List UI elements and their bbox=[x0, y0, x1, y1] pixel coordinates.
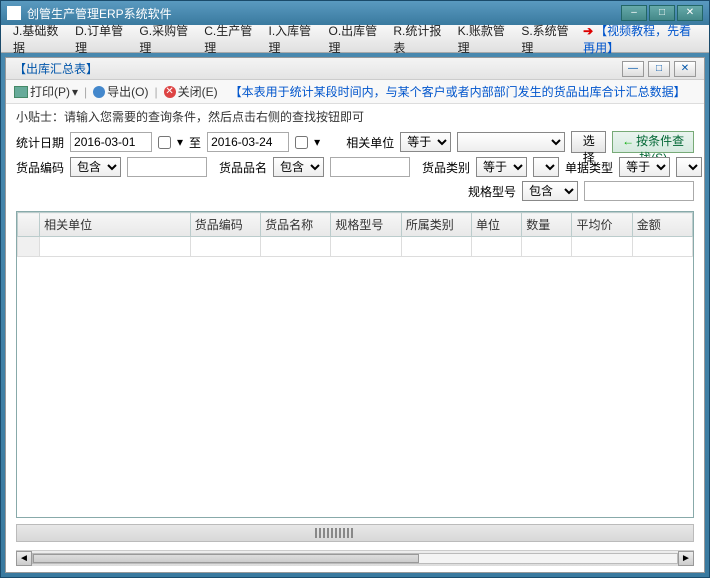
scroll-right-icon[interactable]: ► bbox=[678, 551, 694, 566]
printer-icon bbox=[14, 86, 28, 98]
col-prod-code[interactable]: 货品编码 bbox=[190, 213, 260, 237]
sub-close-button[interactable]: ✕ bbox=[674, 61, 696, 77]
spec-label: 规格型号 bbox=[468, 183, 516, 200]
arrow-right-icon: ➔ bbox=[583, 24, 593, 38]
menu-production[interactable]: C.生产管理 bbox=[196, 18, 260, 60]
spec-op-select[interactable]: 包含 bbox=[522, 181, 578, 201]
close-button[interactable]: ✕关闭(E) bbox=[164, 83, 218, 100]
date-from-checkbox[interactable] bbox=[158, 136, 171, 149]
table-row[interactable] bbox=[18, 237, 693, 257]
prod-name-label: 货品品名 bbox=[219, 159, 267, 176]
data-grid: 相关单位 货品编码 货品名称 规格型号 所属类别 单位 数量 平均价 金额 bbox=[16, 211, 694, 518]
sub-min-button[interactable]: — bbox=[622, 61, 644, 77]
export-icon bbox=[93, 86, 105, 98]
sub-titlebar: 【出库汇总表】 — □ ✕ bbox=[6, 58, 704, 80]
hint-text: 小贴士：请输入您需要的查询条件，然后点击右侧的查找按钮即可 bbox=[6, 104, 704, 129]
date-to-checkbox[interactable] bbox=[295, 136, 308, 149]
menubar: J.基础数据 D.订单管理 G.采购管理 C.生产管理 I.入库管理 O.出库管… bbox=[1, 25, 709, 53]
related-unit-select[interactable] bbox=[457, 132, 565, 152]
col-unit[interactable]: 单位 bbox=[472, 213, 522, 237]
content-area: 【出库汇总表】 — □ ✕ 打印(P) ▾ | 导出(O) | ✕关闭(E) 【… bbox=[5, 57, 705, 573]
prod-name-op-select[interactable]: 包含 bbox=[273, 157, 324, 177]
close-icon: ✕ bbox=[164, 86, 176, 98]
col-prod-name[interactable]: 货品名称 bbox=[261, 213, 331, 237]
related-unit-op-select[interactable]: 等于 bbox=[400, 132, 451, 152]
video-tutorial-link[interactable]: ➔【视频教程，先看再用】 bbox=[577, 18, 705, 60]
scroll-left-icon[interactable]: ◄ bbox=[16, 551, 32, 566]
col-amount[interactable]: 金额 bbox=[632, 213, 692, 237]
col-avg-price[interactable]: 平均价 bbox=[572, 213, 632, 237]
sub-max-button[interactable]: □ bbox=[648, 61, 670, 77]
export-button[interactable]: 导出(O) bbox=[93, 83, 148, 100]
menu-outbound[interactable]: O.出库管理 bbox=[321, 18, 386, 60]
grid-footer bbox=[16, 524, 694, 542]
prod-cat-op-select[interactable]: 等于 bbox=[476, 157, 527, 177]
menu-basic-data[interactable]: J.基础数据 bbox=[5, 18, 67, 60]
filter-panel: 统计日期 ▾ 至 ▾ 相关单位 等于 选择 ←按条件查找(S) 货品编码 包含 … bbox=[6, 129, 704, 211]
bill-type-label: 单据类型 bbox=[565, 159, 613, 176]
date-to-input[interactable] bbox=[207, 132, 289, 152]
app-window: 创管生产管理ERP系统软件 – □ ✕ J.基础数据 D.订单管理 G.采购管理… bbox=[0, 0, 710, 578]
menu-system[interactable]: S.系统管理 bbox=[513, 18, 577, 60]
scroll-thumb[interactable] bbox=[33, 554, 419, 563]
date-from-input[interactable] bbox=[70, 132, 152, 152]
table-header-row: 相关单位 货品编码 货品名称 规格型号 所属类别 单位 数量 平均价 金额 bbox=[18, 213, 693, 237]
scroll-track[interactable] bbox=[32, 553, 678, 564]
menu-order[interactable]: D.订单管理 bbox=[67, 18, 131, 60]
bill-type-select[interactable] bbox=[676, 157, 702, 177]
toolbar-description: 【本表用于统计某段时间内，与某个客户或者内部部门发生的货品出库合计汇总数据】 bbox=[230, 83, 686, 100]
prod-code-input[interactable] bbox=[127, 157, 207, 177]
menu-inbound[interactable]: I.入库管理 bbox=[261, 18, 321, 60]
col-qty[interactable]: 数量 bbox=[522, 213, 572, 237]
print-button[interactable]: 打印(P) ▾ bbox=[14, 83, 78, 100]
prod-cat-label: 货品类别 bbox=[422, 159, 470, 176]
sub-window-controls: — □ ✕ bbox=[622, 61, 696, 77]
spec-input[interactable] bbox=[584, 181, 694, 201]
prod-name-input[interactable] bbox=[330, 157, 410, 177]
arrow-left-icon: ← bbox=[622, 134, 634, 148]
col-related-unit[interactable]: 相关单位 bbox=[40, 213, 191, 237]
stat-date-label: 统计日期 bbox=[16, 134, 64, 151]
col-spec[interactable]: 规格型号 bbox=[331, 213, 401, 237]
select-button[interactable]: 选择 bbox=[571, 131, 606, 153]
menu-report[interactable]: R.统计报表 bbox=[385, 18, 449, 60]
sub-title: 【出库汇总表】 bbox=[14, 60, 98, 77]
prod-cat-select[interactable] bbox=[533, 157, 559, 177]
row-handle-header bbox=[18, 213, 40, 237]
horizontal-scrollbar[interactable]: ◄ ► bbox=[16, 550, 694, 566]
prod-code-op-select[interactable]: 包含 bbox=[70, 157, 121, 177]
menu-purchase[interactable]: G.采购管理 bbox=[131, 18, 196, 60]
col-category[interactable]: 所属类别 bbox=[401, 213, 471, 237]
menu-account[interactable]: K.账款管理 bbox=[450, 18, 514, 60]
prod-code-label: 货品编码 bbox=[16, 159, 64, 176]
search-button[interactable]: ←按条件查找(S) bbox=[612, 131, 694, 153]
related-unit-label: 相关单位 bbox=[346, 134, 394, 151]
toolbar: 打印(P) ▾ | 导出(O) | ✕关闭(E) 【本表用于统计某段时间内，与某… bbox=[6, 80, 704, 104]
bill-type-op-select[interactable]: 等于 bbox=[619, 157, 670, 177]
